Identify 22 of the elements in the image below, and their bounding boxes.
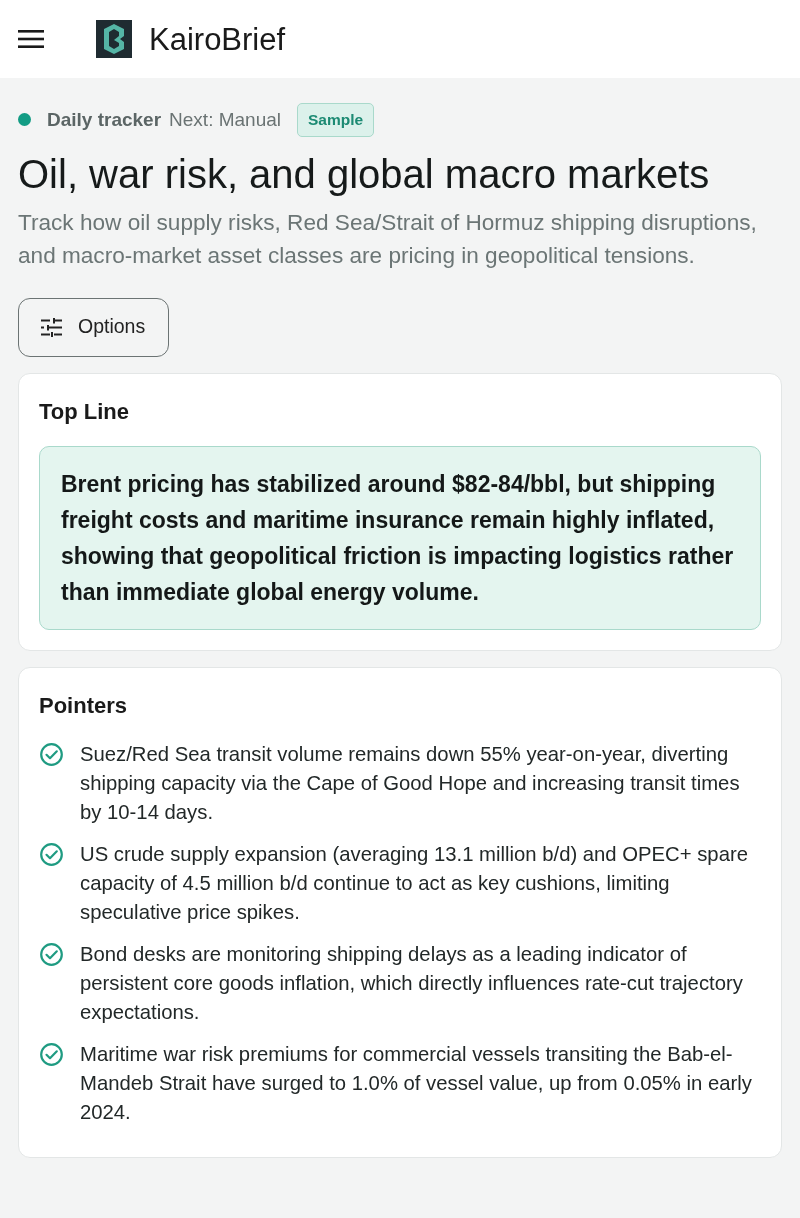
check-circle-icon xyxy=(40,1042,63,1066)
card-heading: Top Line xyxy=(39,397,131,426)
next-run-label: Next: Manual xyxy=(169,107,282,132)
status-dot-icon xyxy=(18,113,31,127)
pointer-text: Bond desks are monitoring shipping delays as a leading indicator of persistent core goods inflation, which directly influences rate-cut trajectory expectations. xyxy=(80,941,744,1025)
page-title: Oil, war risk, and global macro markets xyxy=(18,150,711,198)
brand-name: KairoBrief xyxy=(149,23,286,55)
page-description: Track how oil supply risks, Red Sea/Strait of Hormuz shipping disruptions, and macro-market asset classes are pricing in geopolitical tensions. xyxy=(18,208,758,270)
tracker-label: Daily tracker xyxy=(47,107,162,132)
sliders-icon xyxy=(41,317,62,337)
pointer-text: US crude supply expansion (averaging 13.1 million b/d) and OPEC+ spare capacity of 4.5 million b/d continue to act as key cushions, limiting speculative price spikes. xyxy=(80,841,749,925)
card-heading: Pointers xyxy=(39,691,129,720)
pointer-text: Maritime war risk premiums for commercial vessels transiting the Bab-el-Mandeb Strait have surged to 1.0% of vessel value, up from 0.05% in early 2024. xyxy=(80,1041,753,1125)
options-button[interactable]: Options xyxy=(18,297,169,357)
pointer-text: Suez/Red Sea transit volume remains down 55% year-on-year, diverting shipping capacity via the Cape of Good Hope and increasing transit times by 10-14 days. xyxy=(80,741,741,825)
sample-tag: Sample xyxy=(297,103,375,137)
summary-callout: Brent pricing has stabilized around $82-84/bbl, but shipping freight costs and maritime insurance remain highly inflated, showing that geopolitical friction is impacting logistics rather than immediate global energy volume. xyxy=(39,445,761,630)
check-circle-icon xyxy=(40,742,63,766)
check-circle-icon xyxy=(40,842,63,866)
menu-icon[interactable] xyxy=(18,30,44,48)
logo-icon[interactable] xyxy=(96,20,132,58)
check-circle-icon xyxy=(40,942,63,966)
